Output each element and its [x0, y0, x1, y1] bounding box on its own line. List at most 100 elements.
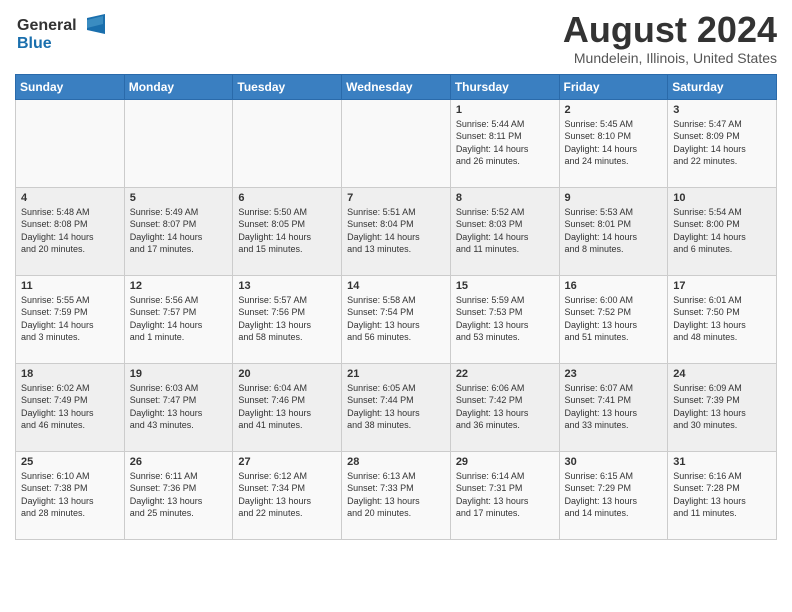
day-info: Sunrise: 6:07 AM Sunset: 7:41 PM Dayligh…	[565, 382, 663, 432]
header-monday: Monday	[124, 74, 233, 99]
day-number: 6	[238, 192, 336, 204]
calendar-day-16: 16 Sunrise: 6:00 AM Sunset: 7:52 PM Dayli…	[559, 275, 668, 363]
day-info: Sunrise: 6:11 AM Sunset: 7:36 PM Dayligh…	[130, 470, 228, 520]
calendar-day-2: 2 Sunrise: 5:45 AM Sunset: 8:10 PM Daylig…	[559, 99, 668, 187]
day-number: 3	[673, 104, 771, 116]
day-info: Sunrise: 5:44 AM Sunset: 8:11 PM Dayligh…	[456, 118, 554, 168]
day-number: 29	[456, 456, 554, 468]
calendar-day-21: 21 Sunrise: 6:05 AM Sunset: 7:44 PM Dayli…	[342, 363, 451, 451]
calendar-week-row: 1 Sunrise: 5:44 AM Sunset: 8:11 PM Daylig…	[16, 99, 777, 187]
day-info: Sunrise: 5:45 AM Sunset: 8:10 PM Dayligh…	[565, 118, 663, 168]
day-number: 20	[238, 368, 336, 380]
day-info: Sunrise: 5:56 AM Sunset: 7:57 PM Dayligh…	[130, 294, 228, 344]
day-info: Sunrise: 6:10 AM Sunset: 7:38 PM Dayligh…	[21, 470, 119, 520]
day-info: Sunrise: 5:52 AM Sunset: 8:03 PM Dayligh…	[456, 206, 554, 256]
day-number: 21	[347, 368, 445, 380]
location-subtitle: Mundelein, Illinois, United States	[563, 50, 777, 66]
header-wednesday: Wednesday	[342, 74, 451, 99]
day-number: 13	[238, 280, 336, 292]
calendar-day-14: 14Sunrise: 5:58 AM Sunset: 7:54 PM Dayli…	[342, 275, 451, 363]
day-info: Sunrise: 6:13 AM Sunset: 7:33 PM Dayligh…	[347, 470, 445, 520]
calendar-day-12: 12 Sunrise: 5:56 AM Sunset: 7:57 PM Dayli…	[124, 275, 233, 363]
logo-icon: General Blue	[15, 10, 105, 54]
day-info: Sunrise: 5:58 AM Sunset: 7:54 PM Dayligh…	[347, 294, 445, 344]
calendar-day-4: 4 Sunrise: 5:48 AM Sunset: 8:08 PM Daylig…	[16, 187, 125, 275]
calendar-day-11: 11Sunrise: 5:55 AM Sunset: 7:59 PM Dayli…	[16, 275, 125, 363]
calendar-day-6: 6 Sunrise: 5:50 AM Sunset: 8:05 PM Daylig…	[233, 187, 342, 275]
day-number: 15	[456, 280, 554, 292]
day-info: Sunrise: 6:03 AM Sunset: 7:47 PM Dayligh…	[130, 382, 228, 432]
day-number: 24	[673, 368, 771, 380]
day-number: 11	[21, 280, 119, 292]
calendar-day-13: 13 Sunrise: 5:57 AM Sunset: 7:56 PM Dayli…	[233, 275, 342, 363]
day-number: 31	[673, 456, 771, 468]
day-number: 5	[130, 192, 228, 204]
day-number: 28	[347, 456, 445, 468]
day-info: Sunrise: 5:49 AM Sunset: 8:07 PM Dayligh…	[130, 206, 228, 256]
day-info: Sunrise: 5:59 AM Sunset: 7:53 PM Dayligh…	[456, 294, 554, 344]
day-info: Sunrise: 6:12 AM Sunset: 7:34 PM Dayligh…	[238, 470, 336, 520]
day-info: Sunrise: 5:50 AM Sunset: 8:05 PM Dayligh…	[238, 206, 336, 256]
header-tuesday: Tuesday	[233, 74, 342, 99]
day-info: Sunrise: 6:01 AM Sunset: 7:50 PM Dayligh…	[673, 294, 771, 344]
calendar-day-27: 27 Sunrise: 6:12 AM Sunset: 7:34 PM Dayli…	[233, 451, 342, 539]
day-number: 19	[130, 368, 228, 380]
calendar-day-19: 19 Sunrise: 6:03 AM Sunset: 7:47 PM Dayli…	[124, 363, 233, 451]
day-info: Sunrise: 6:15 AM Sunset: 7:29 PM Dayligh…	[565, 470, 663, 520]
calendar-empty-cell	[124, 99, 233, 187]
day-number: 9	[565, 192, 663, 204]
calendar-day-10: 10Sunrise: 5:54 AM Sunset: 8:00 PM Dayli…	[668, 187, 777, 275]
day-number: 25	[21, 456, 119, 468]
calendar-day-3: 3Sunrise: 5:47 AM Sunset: 8:09 PM Daylig…	[668, 99, 777, 187]
calendar-week-row: 25 Sunrise: 6:10 AM Sunset: 7:38 PM Dayli…	[16, 451, 777, 539]
header-sunday: Sunday	[16, 74, 125, 99]
day-info: Sunrise: 5:54 AM Sunset: 8:00 PM Dayligh…	[673, 206, 771, 256]
svg-text:Blue: Blue	[17, 35, 52, 52]
svg-text:General: General	[17, 17, 77, 34]
day-info: Sunrise: 5:48 AM Sunset: 8:08 PM Dayligh…	[21, 206, 119, 256]
calendar-day-5: 5 Sunrise: 5:49 AM Sunset: 8:07 PM Daylig…	[124, 187, 233, 275]
calendar-day-18: 18Sunrise: 6:02 AM Sunset: 7:49 PM Dayli…	[16, 363, 125, 451]
day-info: Sunrise: 6:05 AM Sunset: 7:44 PM Dayligh…	[347, 382, 445, 432]
calendar-day-30: 30 Sunrise: 6:15 AM Sunset: 7:29 PM Dayli…	[559, 451, 668, 539]
calendar-day-24: 24 Sunrise: 6:09 AM Sunset: 7:39 PM Dayli…	[668, 363, 777, 451]
header-friday: Friday	[559, 74, 668, 99]
day-info: Sunrise: 5:51 AM Sunset: 8:04 PM Dayligh…	[347, 206, 445, 256]
day-number: 8	[456, 192, 554, 204]
day-info: Sunrise: 6:09 AM Sunset: 7:39 PM Dayligh…	[673, 382, 771, 432]
calendar-day-28: 28 Sunrise: 6:13 AM Sunset: 7:33 PM Dayli…	[342, 451, 451, 539]
page-header: General Blue August 2024 Mundelein, Illi…	[15, 10, 777, 66]
day-info: Sunrise: 6:00 AM Sunset: 7:52 PM Dayligh…	[565, 294, 663, 344]
day-number: 2	[565, 104, 663, 116]
calendar-week-row: 4 Sunrise: 5:48 AM Sunset: 8:08 PM Daylig…	[16, 187, 777, 275]
calendar-day-15: 15 Sunrise: 5:59 AM Sunset: 7:53 PM Dayli…	[450, 275, 559, 363]
day-number: 12	[130, 280, 228, 292]
day-number: 7	[347, 192, 445, 204]
day-info: Sunrise: 5:57 AM Sunset: 7:56 PM Dayligh…	[238, 294, 336, 344]
day-info: Sunrise: 6:02 AM Sunset: 7:49 PM Dayligh…	[21, 382, 119, 432]
day-info: Sunrise: 5:53 AM Sunset: 8:01 PM Dayligh…	[565, 206, 663, 256]
title-block: August 2024 Mundelein, Illinois, United …	[563, 10, 777, 66]
calendar-day-22: 22Sunrise: 6:06 AM Sunset: 7:42 PM Dayli…	[450, 363, 559, 451]
calendar-day-26: 26Sunrise: 6:11 AM Sunset: 7:36 PM Dayli…	[124, 451, 233, 539]
day-number: 1	[456, 104, 554, 116]
calendar-day-31: 31Sunrise: 6:16 AM Sunset: 7:28 PM Dayli…	[668, 451, 777, 539]
calendar-day-7: 7 Sunrise: 5:51 AM Sunset: 8:04 PM Daylig…	[342, 187, 451, 275]
day-number: 27	[238, 456, 336, 468]
calendar-week-row: 18Sunrise: 6:02 AM Sunset: 7:49 PM Dayli…	[16, 363, 777, 451]
calendar-day-25: 25 Sunrise: 6:10 AM Sunset: 7:38 PM Dayli…	[16, 451, 125, 539]
calendar-day-29: 29Sunrise: 6:14 AM Sunset: 7:31 PM Dayli…	[450, 451, 559, 539]
logo: General Blue	[15, 10, 105, 54]
header-saturday: Saturday	[668, 74, 777, 99]
day-number: 30	[565, 456, 663, 468]
calendar-header-row: SundayMondayTuesdayWednesdayThursdayFrid…	[16, 74, 777, 99]
calendar-day-1: 1 Sunrise: 5:44 AM Sunset: 8:11 PM Daylig…	[450, 99, 559, 187]
calendar-empty-cell	[233, 99, 342, 187]
day-number: 16	[565, 280, 663, 292]
calendar-week-row: 11Sunrise: 5:55 AM Sunset: 7:59 PM Dayli…	[16, 275, 777, 363]
calendar-empty-cell	[16, 99, 125, 187]
day-number: 4	[21, 192, 119, 204]
calendar-day-20: 20Sunrise: 6:04 AM Sunset: 7:46 PM Dayli…	[233, 363, 342, 451]
calendar-day-17: 17Sunrise: 6:01 AM Sunset: 7:50 PM Dayli…	[668, 275, 777, 363]
calendar-day-8: 8 Sunrise: 5:52 AM Sunset: 8:03 PM Daylig…	[450, 187, 559, 275]
